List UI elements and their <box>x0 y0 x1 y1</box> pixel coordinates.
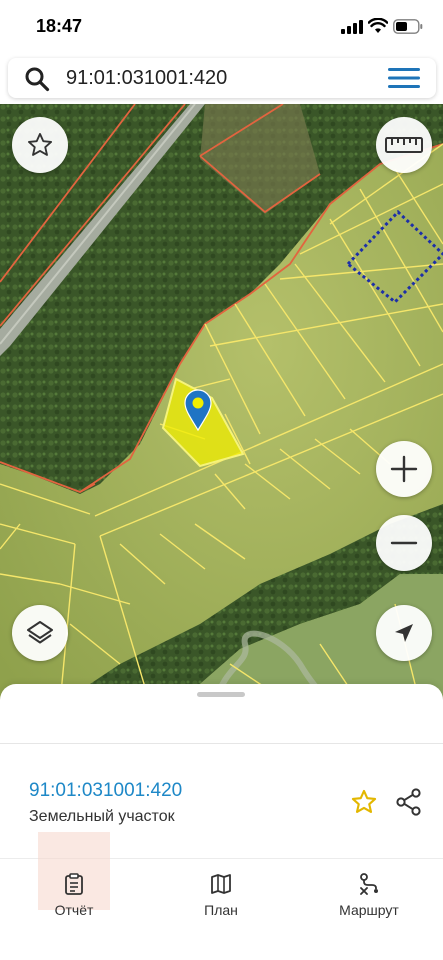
divider <box>0 743 443 744</box>
search-input[interactable] <box>66 64 366 92</box>
map-icon <box>211 874 231 894</box>
tab-route-label: Маршрут <box>339 902 399 918</box>
ruler-icon <box>385 137 423 153</box>
measure-button[interactable] <box>376 117 432 173</box>
tab-plan-label: План <box>204 902 238 918</box>
tab-route[interactable]: Маршрут <box>314 872 424 924</box>
parcel-type-label: Земельный участок <box>29 808 175 825</box>
zoom-out-button[interactable] <box>376 515 432 571</box>
search-bar <box>8 58 436 98</box>
battery-icon <box>393 19 423 34</box>
my-location-button[interactable] <box>376 605 432 661</box>
plus-icon <box>390 455 418 483</box>
clipboard-icon <box>65 873 83 895</box>
parcel-info-sheet[interactable]: 91:01:031001:420 Земельный участок Отчёт… <box>0 684 443 960</box>
tab-plan[interactable]: План <box>166 872 276 924</box>
status-bar: 18:47 <box>0 0 443 54</box>
status-time: 18:47 <box>36 16 83 36</box>
share-icon[interactable] <box>396 788 422 816</box>
parcel-cadastral-number[interactable]: 91:01:031001:420 <box>29 780 182 802</box>
star-icon[interactable] <box>350 788 378 816</box>
satellite-map[interactable] <box>0 104 443 704</box>
map-view[interactable] <box>0 104 443 704</box>
layers-icon <box>27 621 53 644</box>
tab-report[interactable]: Отчёт <box>19 872 129 924</box>
route-icon <box>360 873 378 895</box>
navigation-arrow-icon <box>395 624 413 642</box>
favorite-button[interactable] <box>12 117 68 173</box>
cellular-signal-icon <box>341 20 363 34</box>
wifi-icon <box>368 18 388 33</box>
zoom-in-button[interactable] <box>376 441 432 497</box>
tab-report-label: Отчёт <box>54 902 94 918</box>
hamburger-menu-icon[interactable] <box>388 67 420 89</box>
minus-icon <box>390 541 418 545</box>
search-icon[interactable] <box>24 66 50 92</box>
sheet-drag-handle[interactable] <box>197 692 245 697</box>
layers-button[interactable] <box>12 605 68 661</box>
star-outline-icon <box>27 132 53 156</box>
